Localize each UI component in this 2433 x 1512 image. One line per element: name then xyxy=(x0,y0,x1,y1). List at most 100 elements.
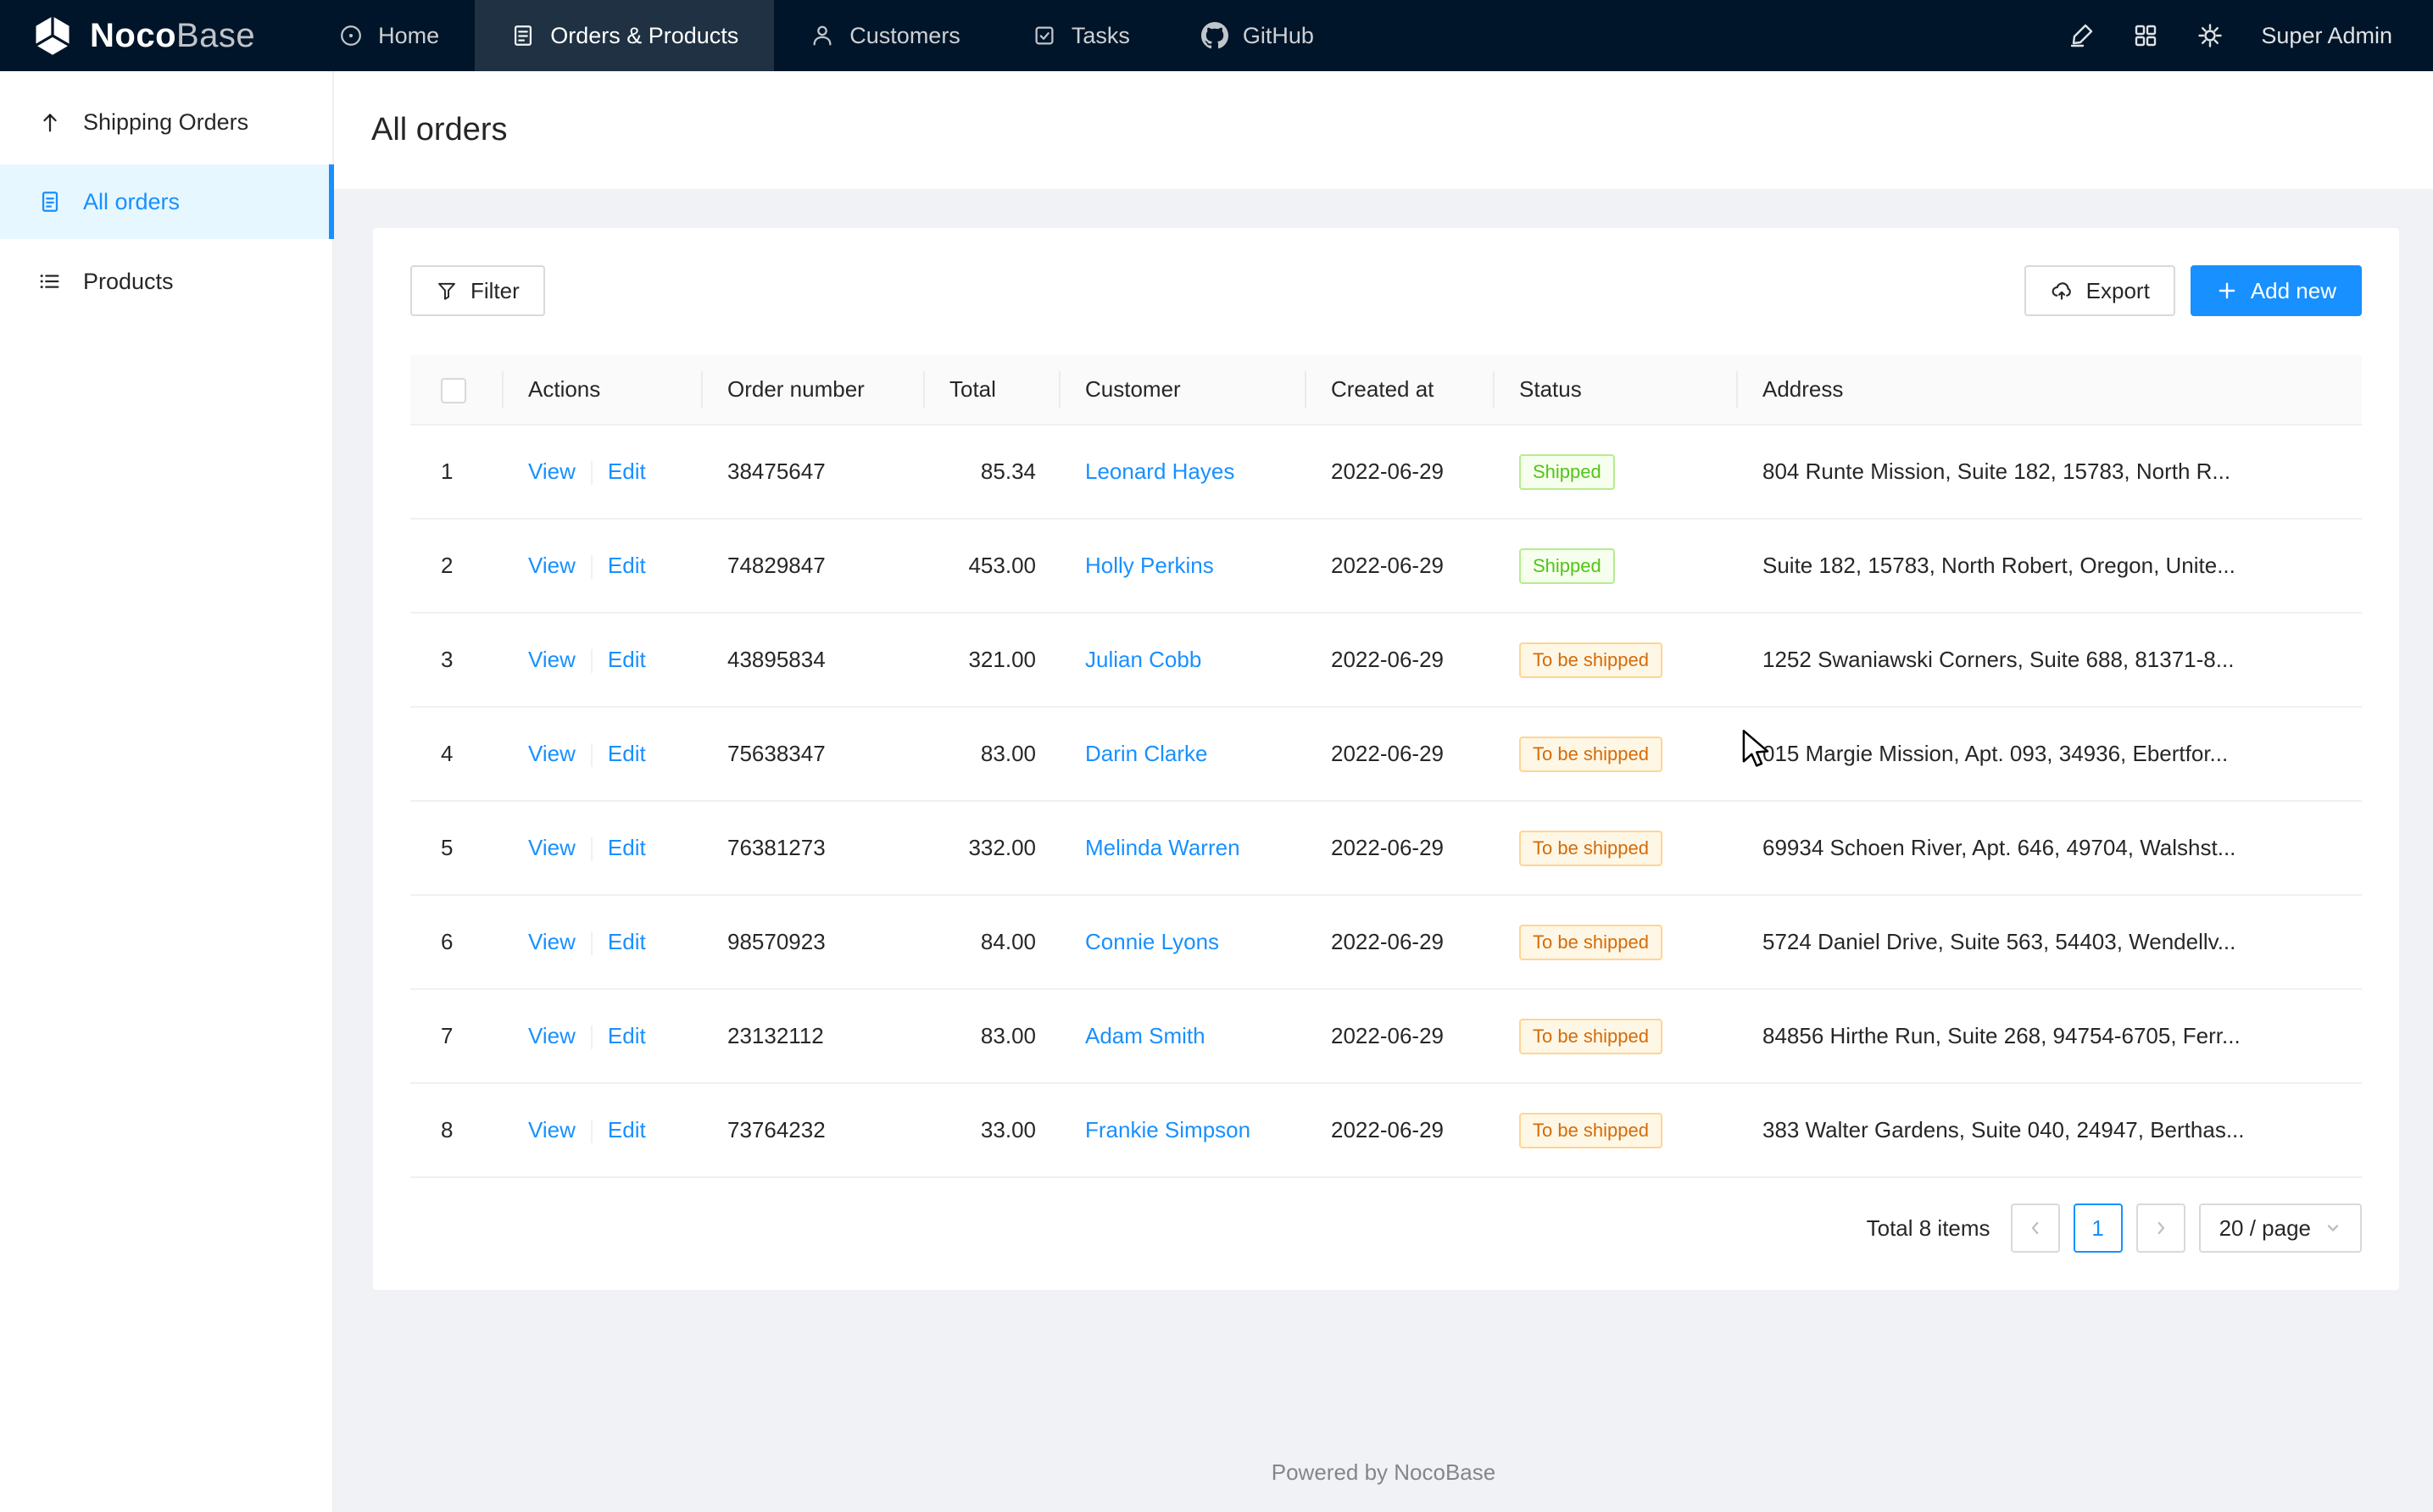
top-nav: Home Orders & Products Customers Tasks xyxy=(303,0,1350,71)
view-link[interactable]: View xyxy=(528,741,576,766)
created-at-cell: 2022-06-29 xyxy=(1306,707,1495,801)
select-all-checkbox[interactable] xyxy=(441,378,466,403)
sidebar-item-shipping-orders[interactable]: Shipping Orders xyxy=(0,85,332,159)
column-header-order-number: Order number xyxy=(703,355,925,425)
view-link[interactable]: View xyxy=(528,835,576,860)
topbar-actions: Super Admin xyxy=(2068,0,2433,71)
status-badge: To be shipped xyxy=(1519,1113,1662,1148)
edit-link[interactable]: Edit xyxy=(608,647,646,672)
page-size-select[interactable]: 20 / page xyxy=(2199,1203,2362,1253)
edit-link[interactable]: Edit xyxy=(608,1023,646,1048)
address-cell: Suite 182, 15783, North Robert, Oregon, … xyxy=(1738,519,2362,613)
order-number-cell: 73764232 xyxy=(703,1083,925,1177)
address-cell: 5724 Daniel Drive, Suite 563, 54403, Wen… xyxy=(1738,895,2362,989)
view-link[interactable]: View xyxy=(528,1117,576,1142)
orders-table-body: 1 ViewEdit 38475647 85.34 Leonard Hayes … xyxy=(410,425,2362,1177)
nav-item-customers[interactable]: Customers xyxy=(774,0,996,71)
edit-link[interactable]: Edit xyxy=(608,929,646,954)
app-window: NocoBase Home Orders & Products Customer… xyxy=(0,0,2433,1512)
order-number-cell: 23132112 xyxy=(703,989,925,1083)
edit-link[interactable]: Edit xyxy=(608,553,646,578)
main-area: All orders Filter xyxy=(334,71,2433,1512)
nav-item-github[interactable]: GitHub xyxy=(1166,0,1350,71)
powered-by-text: Powered by NocoBase xyxy=(1272,1459,1495,1485)
total-cell: 321.00 xyxy=(925,613,1061,707)
sidebar-item-all-orders[interactable]: All orders xyxy=(0,164,332,239)
view-link[interactable]: View xyxy=(528,647,576,672)
view-link[interactable]: View xyxy=(528,929,576,954)
customer-link[interactable]: Julian Cobb xyxy=(1085,647,1201,672)
action-divider xyxy=(591,837,593,861)
gear-icon[interactable] xyxy=(2196,22,2224,49)
row-index: 5 xyxy=(441,835,453,860)
pagination: Total 8 items 1 xyxy=(410,1203,2362,1253)
status-badge: To be shipped xyxy=(1519,831,1662,866)
prev-page-button[interactable] xyxy=(2011,1203,2060,1253)
highlight-icon[interactable] xyxy=(2068,22,2095,49)
status-cell: To be shipped xyxy=(1495,1083,1738,1177)
action-divider xyxy=(591,1120,593,1143)
customer-link[interactable]: Melinda Warren xyxy=(1085,835,1240,860)
action-divider xyxy=(591,649,593,673)
customer-link[interactable]: Connie Lyons xyxy=(1085,929,1219,954)
created-at-cell: 2022-06-29 xyxy=(1306,519,1495,613)
customer-cell: Connie Lyons xyxy=(1061,895,1306,989)
brand-name-bold: Noco xyxy=(90,17,176,54)
nav-item-home[interactable]: Home xyxy=(303,0,475,71)
status-badge: To be shipped xyxy=(1519,642,1662,678)
row-index-cell: 6 xyxy=(410,895,504,989)
row-index-cell: 8 xyxy=(410,1083,504,1177)
nav-item-tasks[interactable]: Tasks xyxy=(996,0,1166,71)
edit-link[interactable]: Edit xyxy=(608,741,646,766)
nav-item-orders-products[interactable]: Orders & Products xyxy=(475,0,774,71)
actions-cell: View Edit xyxy=(504,425,703,519)
chevron-left-icon xyxy=(2025,1218,2046,1238)
order-number-cell: 75638347 xyxy=(703,707,925,801)
action-divider xyxy=(591,555,593,579)
view-link[interactable]: View xyxy=(528,553,576,578)
edit-link[interactable]: Edit xyxy=(608,459,646,484)
order-number-cell: 74829847 xyxy=(703,519,925,613)
status-cell: To be shipped xyxy=(1495,613,1738,707)
brand-name-light: Base xyxy=(176,17,255,54)
row-index-cell: 4 xyxy=(410,707,504,801)
status-cell: To be shipped xyxy=(1495,707,1738,801)
next-page-button[interactable] xyxy=(2136,1203,2185,1253)
filter-button[interactable]: Filter xyxy=(410,265,545,316)
brand-name: NocoBase xyxy=(90,17,255,55)
table-row: 1 ViewEdit 38475647 85.34 Leonard Hayes … xyxy=(410,425,2362,519)
export-button[interactable]: Export xyxy=(2024,265,2175,316)
total-cell: 33.00 xyxy=(925,1083,1061,1177)
customer-link[interactable]: Darin Clarke xyxy=(1085,741,1208,766)
sidebar-item-products[interactable]: Products xyxy=(0,244,332,319)
add-new-button[interactable]: Add new xyxy=(2191,265,2362,316)
total-cell: 83.00 xyxy=(925,989,1061,1083)
created-at-cell: 2022-06-29 xyxy=(1306,989,1495,1083)
customer-link[interactable]: Adam Smith xyxy=(1085,1023,1205,1048)
row-index-cell: 3 xyxy=(410,613,504,707)
nav-label-tasks: Tasks xyxy=(1072,23,1130,49)
row-index-cell: 1 xyxy=(410,425,504,519)
view-link[interactable]: View xyxy=(528,459,576,484)
actions-cell: View Edit xyxy=(504,613,703,707)
plus-icon xyxy=(2216,280,2238,302)
chevron-down-icon xyxy=(2324,1220,2341,1237)
address-cell: 015 Margie Mission, Apt. 093, 34936, Ebe… xyxy=(1738,707,2362,801)
table-row: 2 ViewEdit 74829847 453.00 Holly Perkins… xyxy=(410,519,2362,613)
blocks-icon[interactable] xyxy=(2132,22,2159,49)
customer-link[interactable]: Holly Perkins xyxy=(1085,553,1214,578)
row-index: 1 xyxy=(441,459,453,484)
edit-link[interactable]: Edit xyxy=(608,1117,646,1142)
edit-link[interactable]: Edit xyxy=(608,835,646,860)
user-menu[interactable]: Super Admin xyxy=(2261,23,2392,49)
customer-link[interactable]: Frankie Simpson xyxy=(1085,1117,1250,1142)
total-cell: 453.00 xyxy=(925,519,1061,613)
action-divider xyxy=(591,931,593,955)
table-row: 8 View Edit 73764232 33.00 Frankie Simpso… xyxy=(410,1083,2362,1177)
page-number-button[interactable]: 1 xyxy=(2074,1203,2123,1253)
customer-link[interactable]: Leonard Hayes xyxy=(1085,459,1234,484)
view-link[interactable]: View xyxy=(528,1023,576,1048)
brand-logo[interactable]: NocoBase xyxy=(0,0,303,71)
created-at-cell: 2022-06-29 xyxy=(1306,895,1495,989)
table-row: 3 ViewEdit 43895834 321.00 Julian Cobb 2… xyxy=(410,613,2362,707)
